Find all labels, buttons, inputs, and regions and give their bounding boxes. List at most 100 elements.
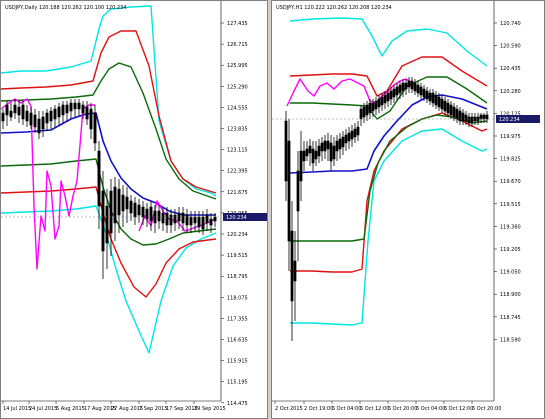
- candle-body: [338, 138, 342, 150]
- candle-body: [93, 112, 97, 144]
- candle-body: [365, 104, 369, 116]
- candle-body: [377, 98, 381, 108]
- candle-body: [455, 108, 459, 120]
- candle-body: [149, 206, 153, 222]
- candle-body: [129, 200, 133, 214]
- candle-body: [302, 150, 306, 162]
- candle-body: [467, 116, 471, 124]
- candle-body: [401, 82, 405, 92]
- candle-body: [341, 136, 345, 148]
- candle-body: [65, 104, 69, 114]
- candle-body: [165, 212, 169, 226]
- time-label: 5 Oct 12:00: [360, 406, 389, 412]
- time-label: 6 Oct 12:00: [444, 406, 473, 412]
- candle-body: [113, 186, 117, 224]
- price-label: 117.355: [227, 316, 248, 322]
- price-label: 119.205: [500, 247, 521, 253]
- candle-body: [97, 150, 101, 207]
- candle-body: [141, 206, 145, 218]
- candle-body: [317, 145, 321, 157]
- candle-body: [53, 108, 57, 120]
- candle-body: [89, 108, 93, 130]
- current-price-text: 120.234: [499, 117, 520, 123]
- middle-line: [289, 94, 488, 174]
- candle-body: [443, 100, 447, 112]
- daily-chart-canvas[interactable]: 127.435 126.715 125.995 125.290 124.555 123.8…: [1, 1, 267, 418]
- candle-body: [344, 134, 348, 144]
- price-label: 120.590: [500, 44, 521, 50]
- time-label: 5 Oct 20:00: [388, 406, 417, 412]
- candle-body: [380, 96, 384, 106]
- price-label: 126.715: [227, 42, 248, 48]
- h1-chart-panel[interactable]: USDJPY,H1 120.222 120.262 120.208 120.23…: [271, 0, 545, 419]
- price-label: 118.590: [500, 337, 521, 343]
- candle-body: [362, 106, 366, 118]
- candle-body: [389, 90, 393, 100]
- candle-body: [17, 106, 21, 116]
- candle-body: [371, 102, 375, 112]
- lower-band-1: [290, 114, 488, 242]
- candle-body: [482, 114, 486, 120]
- price-label: 118.075: [227, 295, 248, 301]
- daily-chart-panel[interactable]: USDJPY,Daily 120.188 120.262 120.100 120…: [0, 0, 268, 419]
- candle-body: [61, 104, 65, 116]
- candle-body: [329, 142, 333, 162]
- candle-body: [311, 148, 315, 164]
- candle-body: [431, 92, 435, 104]
- price-label: 125.290: [227, 84, 248, 90]
- price-label: 123.835: [227, 127, 248, 133]
- time-label: 17 Sep 2015: [166, 406, 198, 412]
- candle-body: [169, 214, 173, 226]
- candle-body: [332, 145, 336, 160]
- candle-body: [485, 114, 489, 120]
- candle-body: [461, 112, 465, 122]
- candle-body: [407, 80, 411, 88]
- price-label: 120.234: [227, 232, 248, 238]
- candle-body: [347, 132, 351, 142]
- price-label: 115.195: [227, 380, 248, 386]
- current-price-text: 120.234: [226, 215, 247, 221]
- candle-body: [293, 260, 297, 282]
- candle-body: [101, 190, 105, 252]
- price-label: 119.050: [500, 270, 521, 276]
- time-label: 5 Aug 2015: [56, 406, 85, 412]
- candle-body: [284, 120, 288, 182]
- candle-body: [437, 96, 441, 108]
- candle-body: [109, 190, 113, 234]
- candle-body: [308, 145, 312, 154]
- candle-body: [410, 80, 414, 90]
- lower-outer-band: [290, 128, 488, 326]
- candle-body: [181, 212, 185, 224]
- candle-body: [314, 150, 318, 160]
- lower-outer-band: [1, 205, 217, 354]
- candle-body: [209, 218, 213, 226]
- candle-body: [359, 108, 363, 120]
- price-label: 122.395: [227, 169, 248, 175]
- candle-body: [1, 112, 5, 122]
- candle-body: [121, 194, 125, 212]
- candle-body: [85, 106, 89, 120]
- candle-body: [464, 114, 468, 122]
- candle-body: [296, 170, 300, 212]
- candle-body: [413, 82, 417, 92]
- time-label: 14 Jul 2015: [3, 406, 31, 412]
- price-label: 121.675: [227, 190, 248, 196]
- time-label: 24 Jul 2015: [29, 406, 57, 412]
- h1-chart-canvas[interactable]: 120.740120.590120.435120.280120.125119.9…: [272, 1, 544, 418]
- price-label: 116.635: [227, 338, 248, 344]
- price-label: 119.670: [500, 179, 521, 185]
- candle-body: [290, 230, 294, 302]
- lower-band-2: [290, 112, 488, 273]
- time-label: 6 Oct 04:00: [416, 406, 445, 412]
- candle-body: [193, 216, 197, 224]
- candle-body: [57, 106, 61, 118]
- candle-body: [25, 110, 29, 122]
- time-label: 7 Sep 2015: [139, 406, 168, 412]
- price-label: 114.475: [227, 401, 248, 407]
- candle-body: [356, 126, 360, 136]
- candle-body: [470, 116, 474, 124]
- candle-body: [73, 102, 77, 110]
- price-label: 127.435: [227, 21, 248, 27]
- candle-body: [323, 140, 327, 152]
- price-label: 119.515: [227, 253, 248, 259]
